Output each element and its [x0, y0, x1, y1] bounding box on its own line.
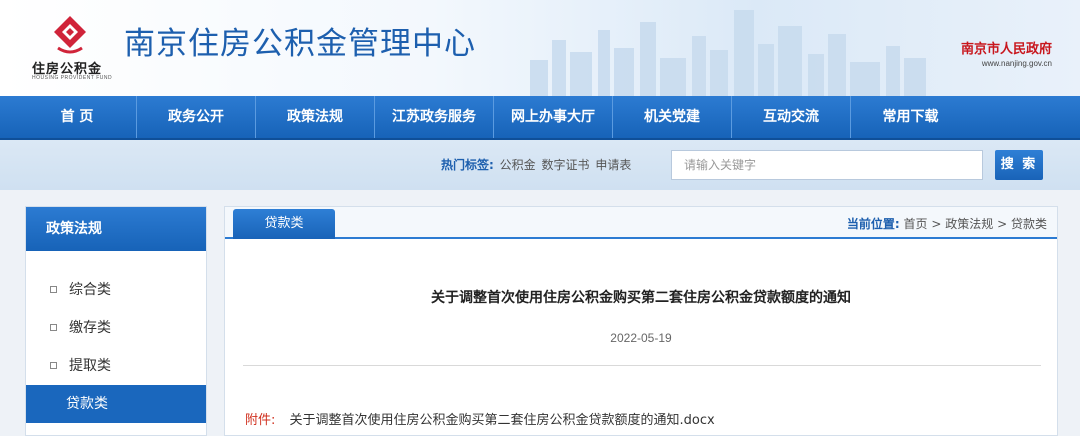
sidebar-list: 综合类 缴存类 提取类 贷款类 [26, 251, 206, 423]
attachment-link[interactable]: 关于调整首次使用住房公积金购买第二套住房公积金贷款额度的通知.docx [290, 413, 715, 428]
sidebar-item-label: 贷款类 [66, 396, 108, 412]
search-input[interactable] [671, 150, 983, 180]
bullet-square-icon [50, 285, 57, 293]
hot-tag-link[interactable]: 数字证书 [541, 158, 589, 172]
logo-emblem-icon [54, 16, 86, 54]
government-name: 南京市人民政府 [960, 42, 1052, 57]
sidebar-item-general[interactable]: 综合类 [26, 271, 206, 309]
attachment-label: 附件: [245, 413, 276, 428]
breadcrumb-separator: > [997, 217, 1008, 231]
government-link[interactable]: 南京市人民政府 www.nanjing.gov.cn [961, 38, 1052, 68]
site-logo[interactable]: 住房公积金 HOUSING PROVIDENT FUND [30, 14, 112, 86]
breadcrumb-separator: > [931, 217, 942, 231]
hot-tags-label: 热门标签: [441, 158, 494, 172]
nav-item-jiangsu-services[interactable]: 江苏政务服务 [375, 96, 494, 138]
logo-english-text: HOUSING PROVIDENT FUND [32, 75, 113, 81]
nav-item-online-hall[interactable]: 网上办事大厅 [494, 96, 613, 138]
left-sidebar: 政策法规 综合类 缴存类 提取类 贷款类 [25, 206, 207, 436]
sidebar-item-label: 缴存类 [69, 320, 111, 336]
attachment: 附件: 关于调整首次使用住房公积金购买第二套住房公积金贷款额度的通知.docx [245, 409, 715, 428]
sidebar-item-loans[interactable]: 贷款类 [26, 385, 206, 423]
nav-item-policies[interactable]: 政策法规 [256, 96, 375, 138]
breadcrumb-link-home[interactable]: 首页 [904, 217, 928, 231]
tab-loans[interactable]: 贷款类 [233, 209, 335, 239]
hot-tag-link[interactable]: 申请表 [595, 158, 631, 172]
nav-item-party-building[interactable]: 机关党建 [613, 96, 732, 138]
breadcrumb-link-policies[interactable]: 政策法规 [945, 217, 993, 231]
sidebar-item-withdrawal[interactable]: 提取类 [26, 347, 206, 385]
search-button[interactable]: 搜 索 [995, 150, 1043, 180]
nav-item-home[interactable]: 首 页 [18, 96, 137, 138]
sidebar-title: 政策法规 [26, 207, 206, 251]
hot-tags: 热门标签: 公积金 数字证书 申请表 [441, 156, 631, 173]
breadcrumb: 当前位置: 首页 > 政策法规 > 贷款类 [847, 215, 1047, 232]
content-header: 贷款类 当前位置: 首页 > 政策法规 > 贷款类 [225, 207, 1057, 239]
breadcrumb-link-loans[interactable]: 贷款类 [1011, 217, 1047, 231]
hot-tag-link[interactable]: 公积金 [500, 158, 536, 172]
article-title: 关于调整首次使用住房公积金购买第二套住房公积金贷款额度的通知 [431, 290, 851, 306]
nav-item-government-affairs[interactable]: 政务公开 [137, 96, 256, 138]
bullet-square-icon [50, 323, 57, 331]
breadcrumb-label: 当前位置: [846, 217, 900, 231]
site-header: 住房公积金 HOUSING PROVIDENT FUND 南京住房公积金管理中心… [0, 0, 1080, 96]
sidebar-item-label: 提取类 [69, 358, 111, 374]
sidebar-item-deposit[interactable]: 缴存类 [26, 309, 206, 347]
city-skyline-image [530, 10, 926, 96]
main-content: 贷款类 当前位置: 首页 > 政策法规 > 贷款类 关于调整首次使用住房公积金购… [224, 206, 1058, 436]
divider [243, 365, 1041, 366]
bullet-square-icon [50, 361, 57, 369]
nav-item-interaction[interactable]: 互动交流 [732, 96, 851, 138]
search-bar: 热门标签: 公积金 数字证书 申请表 搜 索 [0, 140, 1080, 190]
nav-item-downloads[interactable]: 常用下载 [851, 96, 970, 138]
article-date: 2022-05-19 [610, 331, 672, 345]
site-title: 南京住房公积金管理中心 [124, 26, 476, 62]
government-url: www.nanjing.gov.cn [981, 59, 1052, 68]
main-nav: 首 页 政务公开 政策法规 江苏政务服务 网上办事大厅 机关党建 互动交流 常用… [0, 96, 1080, 140]
sidebar-item-label: 综合类 [69, 282, 111, 298]
